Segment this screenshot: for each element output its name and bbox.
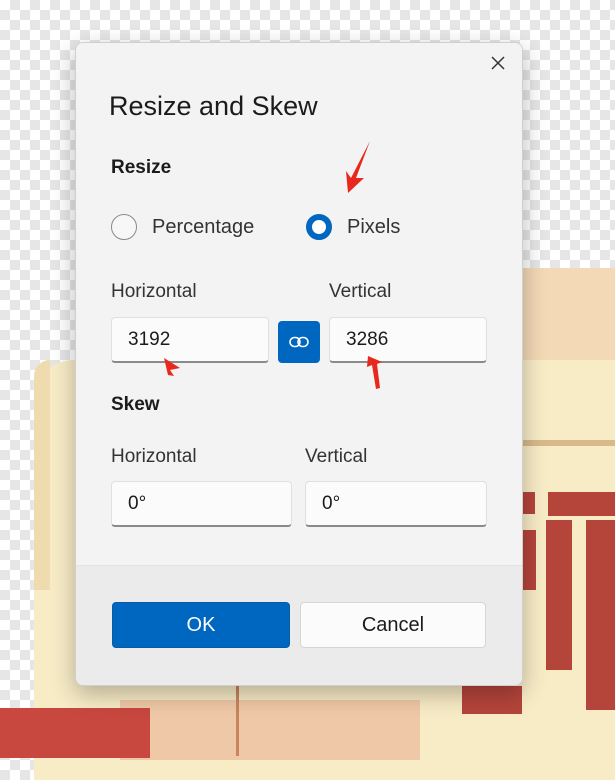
background-glyph	[462, 686, 522, 714]
annotation-arrow-vertical	[367, 356, 382, 389]
background-art-red	[0, 708, 150, 758]
link-icon	[289, 336, 309, 348]
annotation-arrow-pixels	[346, 141, 370, 193]
background-glyph	[548, 492, 615, 516]
resize-skew-dialog: Resize and Skew Resize Percentage Pixels…	[75, 42, 523, 686]
cancel-button[interactable]: Cancel	[300, 602, 486, 648]
resize-heading: Resize	[111, 157, 172, 178]
ok-button[interactable]: OK	[112, 602, 290, 648]
skew-horizontal-label: Horizontal	[111, 446, 197, 467]
dialog-body: Resize and Skew Resize Percentage Pixels…	[76, 43, 522, 565]
radio-pixels-circle[interactable]	[306, 214, 332, 240]
maintain-aspect-ratio-button[interactable]	[278, 321, 320, 363]
skew-horizontal-input[interactable]	[111, 481, 292, 527]
background-art-shadow	[34, 360, 50, 590]
skew-heading: Skew	[111, 394, 160, 415]
skew-vertical-input[interactable]	[305, 481, 487, 527]
background-art-tan	[120, 700, 420, 760]
radio-percentage-label: Percentage	[152, 215, 255, 238]
annotation-arrow-horizontal	[164, 358, 180, 376]
dialog-title: Resize and Skew	[109, 91, 318, 121]
background-glyph	[546, 520, 572, 670]
resize-vertical-label: Vertical	[329, 281, 392, 302]
radio-pixels-label: Pixels	[347, 215, 401, 238]
resize-horizontal-input[interactable]	[111, 317, 269, 363]
skew-vertical-label: Vertical	[305, 446, 368, 467]
radio-percentage[interactable]: Percentage	[111, 214, 254, 240]
close-icon	[491, 56, 505, 70]
resize-horizontal-label: Horizontal	[111, 281, 197, 302]
background-glyph	[586, 520, 615, 710]
background-glyph	[522, 530, 536, 590]
background-art-line	[236, 686, 239, 756]
close-button[interactable]	[484, 49, 512, 77]
resize-vertical-input[interactable]	[329, 317, 487, 363]
radio-percentage-circle[interactable]	[111, 214, 137, 240]
radio-pixels[interactable]: Pixels	[306, 214, 400, 240]
